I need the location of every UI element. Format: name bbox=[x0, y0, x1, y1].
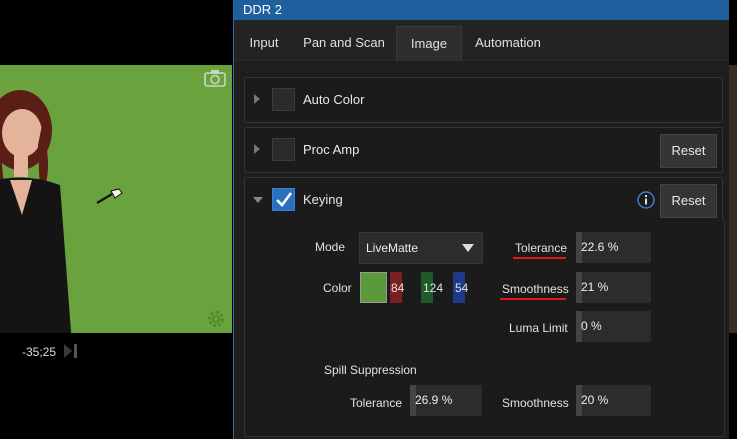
proc-amp-label: Proc Amp bbox=[303, 142, 360, 157]
keying-reset-button[interactable]: Reset bbox=[660, 184, 717, 218]
smoothness-value: 21 % bbox=[581, 280, 609, 294]
spill-smoothness-field[interactable]: 20 % bbox=[576, 385, 651, 416]
checkmark-icon bbox=[276, 192, 293, 207]
tolerance-label: Tolerance bbox=[515, 241, 568, 255]
proc-amp-checkbox[interactable] bbox=[272, 138, 295, 161]
tab-automation[interactable]: Automation bbox=[468, 26, 548, 60]
auto-color-checkbox[interactable] bbox=[272, 88, 295, 111]
spill-smoothness-label: Smoothness bbox=[502, 396, 569, 410]
step-forward-icon[interactable] bbox=[63, 342, 79, 360]
settings-icon[interactable] bbox=[206, 309, 226, 329]
preview-pane: -35;25 bbox=[0, 0, 233, 439]
tolerance-value: 22.6 % bbox=[581, 240, 619, 254]
tab-pan-and-scan[interactable]: Pan and Scan bbox=[302, 26, 386, 60]
mode-dropdown[interactable]: LiveMatte bbox=[359, 232, 483, 264]
ddr-config-panel: DDR 2 Input Pan and Scan Image Automatio… bbox=[233, 0, 729, 439]
tab-image[interactable]: Image bbox=[396, 26, 462, 61]
red-value[interactable]: 84 bbox=[391, 281, 404, 295]
tab-bar: Input Pan and Scan Image Automation bbox=[234, 20, 729, 61]
background-video-edge bbox=[728, 65, 737, 333]
proc-amp-reset-button[interactable]: Reset bbox=[660, 134, 717, 168]
luma-limit-field[interactable]: 0 % bbox=[576, 311, 651, 342]
mode-value: LiveMatte bbox=[366, 241, 419, 255]
window-title: DDR 2 bbox=[234, 0, 729, 20]
blue-value[interactable]: 54 bbox=[455, 281, 468, 295]
tolerance-field[interactable]: 22.6 % bbox=[576, 232, 651, 263]
video-preview[interactable] bbox=[0, 65, 232, 333]
annotation-underline bbox=[500, 298, 566, 300]
chevron-right-icon[interactable] bbox=[253, 94, 261, 104]
spill-tolerance-value: 26.9 % bbox=[415, 393, 453, 407]
color-label: Color bbox=[323, 281, 352, 295]
auto-color-section: Auto Color bbox=[244, 77, 723, 123]
spill-suppression-label: Spill Suppression bbox=[324, 363, 417, 377]
smoothness-field[interactable]: 21 % bbox=[576, 272, 651, 303]
chevron-down-icon[interactable] bbox=[253, 196, 263, 204]
keying-body bbox=[244, 222, 725, 437]
chevron-right-icon[interactable] bbox=[253, 144, 261, 154]
mode-label: Mode bbox=[315, 240, 346, 254]
camera-icon[interactable] bbox=[204, 69, 226, 87]
annotation-underline bbox=[513, 257, 566, 259]
luma-limit-label: Luma Limit bbox=[509, 321, 568, 335]
green-value[interactable]: 124 bbox=[423, 281, 443, 295]
spill-smoothness-value: 20 % bbox=[581, 393, 609, 407]
proc-amp-section: Proc Amp Reset bbox=[244, 127, 723, 173]
auto-color-label: Auto Color bbox=[303, 92, 365, 107]
smoothness-label: Smoothness bbox=[502, 282, 569, 296]
dropdown-arrow-icon bbox=[462, 244, 474, 252]
color-swatch[interactable] bbox=[360, 272, 387, 303]
keying-checkbox[interactable] bbox=[272, 188, 295, 211]
presenter-image bbox=[0, 90, 72, 333]
keying-section: Keying Reset bbox=[244, 177, 723, 223]
info-icon[interactable] bbox=[637, 191, 655, 209]
spill-tolerance-field[interactable]: 26.9 % bbox=[410, 385, 482, 416]
keying-label: Keying bbox=[303, 192, 343, 207]
eyedropper-icon bbox=[96, 188, 123, 204]
tab-input[interactable]: Input bbox=[240, 26, 288, 60]
luma-limit-value: 0 % bbox=[581, 319, 602, 333]
spill-tolerance-label: Tolerance bbox=[350, 396, 403, 410]
timecode: -35;25 bbox=[22, 345, 57, 359]
